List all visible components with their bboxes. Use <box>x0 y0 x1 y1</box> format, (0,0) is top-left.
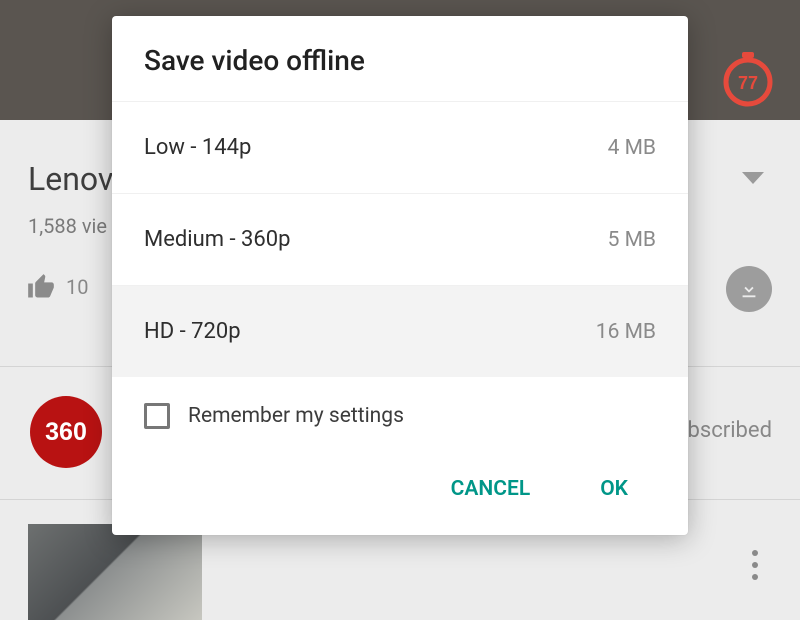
save-offline-dialog: Save video offline Low - 144p 4 MB Mediu… <box>112 16 688 535</box>
quality-label: Low - 144p <box>144 135 251 160</box>
remember-label: Remember my settings <box>188 404 404 428</box>
quality-size: 4 MB <box>608 136 656 160</box>
remember-checkbox[interactable] <box>144 403 170 429</box>
quality-size: 5 MB <box>608 228 656 252</box>
remember-settings-row[interactable]: Remember my settings <box>112 377 688 451</box>
quality-label: HD - 720p <box>144 319 241 344</box>
ok-button[interactable]: OK <box>590 469 638 509</box>
quality-label: Medium - 360p <box>144 227 291 252</box>
dialog-actions: Cancel OK <box>112 451 688 535</box>
quality-option-hd[interactable]: HD - 720p 16 MB <box>112 285 688 377</box>
quality-size: 16 MB <box>596 320 656 344</box>
cancel-button[interactable]: Cancel <box>441 469 541 509</box>
quality-option-medium[interactable]: Medium - 360p 5 MB <box>112 193 688 285</box>
dialog-title: Save video offline <box>112 16 688 101</box>
quality-option-low[interactable]: Low - 144p 4 MB <box>112 101 688 193</box>
